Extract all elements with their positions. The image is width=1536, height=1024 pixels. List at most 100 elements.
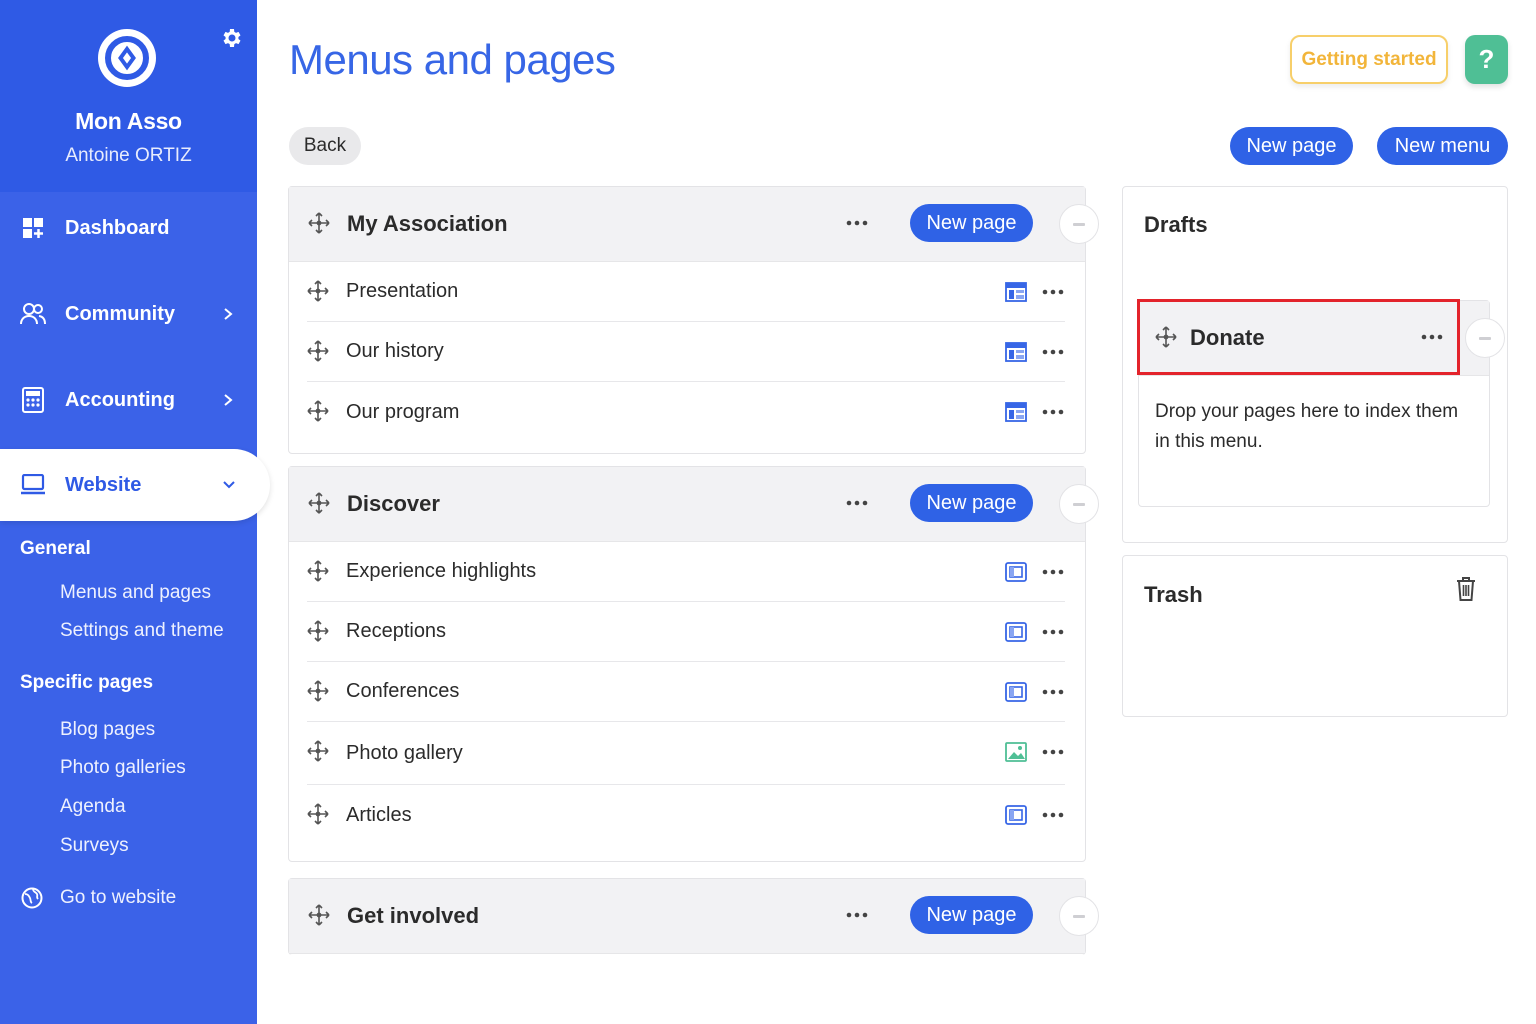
menu-card-my-association: My Association New page Presentation Our…: [288, 186, 1099, 454]
section-general: General: [20, 538, 91, 559]
back-button[interactable]: Back: [289, 127, 361, 165]
layout-page-icon: [1005, 342, 1027, 362]
page-name: Our history: [346, 340, 444, 362]
gear-icon[interactable]: [219, 26, 243, 50]
more-icon[interactable]: [845, 903, 869, 927]
page-name: Experience highlights: [346, 560, 537, 582]
nav-website[interactable]: Website: [0, 449, 270, 521]
sub-item-menus-pages[interactable]: Menus and pages: [60, 582, 211, 604]
more-icon[interactable]: [1041, 560, 1065, 584]
menu-card-get-involved: Get involved New page: [288, 878, 1099, 955]
getting-started-button[interactable]: Getting started: [1290, 35, 1448, 84]
chevron-right-icon: [224, 308, 233, 320]
menu-new-page-button[interactable]: New page: [910, 204, 1033, 242]
dashboard-icon: [20, 215, 46, 241]
new-page-button[interactable]: New page: [1230, 127, 1353, 165]
page-row[interactable]: Articles: [307, 785, 1065, 845]
nav-community[interactable]: Community: [0, 284, 257, 344]
move-icon[interactable]: [308, 212, 330, 234]
menu-header: Discover New page: [289, 467, 1099, 542]
move-icon[interactable]: [307, 280, 329, 302]
page-name: Receptions: [346, 620, 447, 642]
move-icon[interactable]: [307, 803, 329, 825]
more-icon[interactable]: [1041, 280, 1065, 304]
page-row[interactable]: Conferences: [307, 662, 1065, 722]
move-icon[interactable]: [308, 904, 330, 926]
more-icon[interactable]: [845, 211, 869, 235]
more-icon[interactable]: [1041, 340, 1065, 364]
drafts-title: Drafts: [1144, 212, 1208, 237]
move-icon[interactable]: [307, 400, 329, 422]
collapse-button[interactable]: [1465, 318, 1505, 358]
page-row[interactable]: Receptions: [307, 602, 1065, 662]
more-icon[interactable]: [1041, 400, 1065, 424]
section-specific: Specific pages: [20, 672, 154, 693]
collapse-button[interactable]: [1059, 484, 1099, 524]
sub-item-photo-galleries[interactable]: Photo galleries: [60, 757, 186, 779]
more-icon[interactable]: [1420, 325, 1444, 349]
sub-item-settings-theme[interactable]: Settings and theme: [60, 620, 224, 642]
drafts-panel: Drafts Donate Drop your pages here to in…: [1122, 186, 1508, 543]
more-icon[interactable]: [1041, 803, 1065, 827]
menu-title: My Association: [347, 211, 508, 236]
page-row[interactable]: Presentation: [307, 262, 1065, 322]
menu-header: Get involved New page: [289, 879, 1099, 954]
community-icon: [20, 301, 46, 327]
sub-item-agenda[interactable]: Agenda: [60, 796, 126, 818]
trash-panel[interactable]: Trash: [1122, 555, 1508, 717]
menu-new-page-button[interactable]: New page: [910, 896, 1033, 934]
menu-new-page-button[interactable]: New page: [910, 484, 1033, 522]
page-list: Experience highlights Receptions Confere…: [289, 542, 1085, 845]
more-icon[interactable]: [1041, 620, 1065, 644]
page-name: Conferences: [346, 680, 460, 702]
page-name: Articles: [346, 803, 412, 826]
nav-dashboard[interactable]: Dashboard: [0, 198, 257, 258]
page-name: Our program: [346, 400, 460, 423]
chevron-right-icon: [224, 394, 233, 406]
new-menu-button[interactable]: New menu: [1377, 127, 1508, 165]
window-page-icon: [1005, 805, 1027, 825]
collapse-button[interactable]: [1059, 204, 1099, 244]
go-to-website-label: Go to website: [60, 887, 177, 908]
drop-zone-text: Drop your pages here to index them in th…: [1155, 401, 1459, 452]
move-icon[interactable]: [307, 740, 329, 762]
logo-icon: [98, 29, 156, 87]
menu-title: Get involved: [347, 903, 480, 928]
minus-icon: [1073, 502, 1085, 506]
move-icon[interactable]: [307, 340, 329, 362]
sub-item-blog-pages[interactable]: Blog pages: [60, 719, 155, 741]
move-icon[interactable]: [307, 560, 329, 582]
move-icon[interactable]: [1155, 326, 1177, 348]
menu-title: Discover: [347, 491, 440, 516]
drafts-menu-card: Donate Drop your pages here to index the…: [1137, 299, 1505, 507]
nav-accounting-label: Accounting: [65, 388, 175, 411]
image-page-icon: [1005, 742, 1027, 762]
minus-icon: [1073, 222, 1085, 226]
page-row[interactable]: Our program: [307, 382, 1065, 442]
page-name: Photo gallery: [346, 741, 463, 764]
page-row[interactable]: Experience highlights: [307, 542, 1065, 602]
sub-item-surveys[interactable]: Surveys: [60, 835, 129, 857]
collapse-button[interactable]: [1059, 896, 1099, 936]
nav-accounting[interactable]: Accounting: [0, 370, 257, 430]
help-button[interactable]: ?: [1465, 35, 1508, 84]
user-name: Antoine ORTIZ: [65, 145, 192, 166]
more-icon[interactable]: [845, 491, 869, 515]
layout-page-icon: [1005, 402, 1027, 422]
highlight-box: [1137, 299, 1460, 375]
page-row[interactable]: Photo gallery: [307, 722, 1065, 785]
move-icon[interactable]: [307, 620, 329, 642]
move-icon[interactable]: [308, 492, 330, 514]
more-icon[interactable]: [1041, 740, 1065, 764]
page-row[interactable]: Our history: [307, 322, 1065, 382]
calculator-icon: [20, 387, 46, 413]
more-icon[interactable]: [1041, 680, 1065, 704]
sidebar: Mon Asso Antoine ORTIZ Dashboard Communi…: [0, 0, 270, 1024]
draft-menu-header[interactable]: Donate: [1137, 299, 1505, 376]
go-to-website-link[interactable]: Go to website: [20, 886, 176, 910]
nav-dashboard-label: Dashboard: [65, 216, 170, 239]
sidebar-header: Mon Asso Antoine ORTIZ: [0, 0, 257, 192]
move-icon[interactable]: [307, 680, 329, 702]
page-name: Presentation: [346, 280, 459, 302]
laptop-icon: [20, 472, 46, 498]
